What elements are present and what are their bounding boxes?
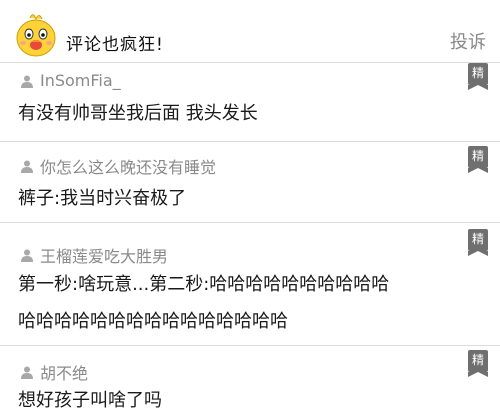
featured-badge-icon: 精 — [468, 63, 488, 90]
comment-username[interactable]: InSomFia_ — [40, 71, 121, 90]
comment-text: 裤子:我当时兴奋极了 — [18, 188, 187, 209]
comment-meta: 胡不绝 — [20, 360, 88, 384]
page-title: 评论也疯狂! — [66, 35, 164, 55]
comment-meta: InSomFia_ — [20, 71, 121, 90]
header: 评论也疯狂! 投诉 — [0, 0, 500, 62]
comment-text: 第一秒:啥玩意...第二秒:哈哈哈哈哈哈哈哈哈哈 — [18, 274, 390, 295]
comment-item: InSomFia_ 精 有没有帅哥坐我后面 我头发长 — [0, 63, 500, 141]
comment-meta: 你怎么这么晚还没有睡觉 — [20, 154, 216, 178]
comment-username[interactable]: 你怎么这么晚还没有睡觉 — [40, 154, 216, 178]
report-button[interactable]: 投诉 — [450, 28, 486, 54]
featured-badge-icon: 精 — [468, 146, 488, 173]
comment-text: 想好孩子叫啥了吗 — [18, 390, 162, 411]
user-icon — [21, 249, 33, 262]
user-icon — [21, 366, 33, 379]
user-icon — [21, 160, 33, 173]
comment-item: 胡不绝 精 想好孩子叫啥了吗 — [0, 346, 500, 416]
featured-badge-icon: 精 — [468, 229, 488, 256]
comment-text: 有没有帅哥坐我后面 我头发长 — [18, 103, 258, 124]
yellow-chick-icon — [16, 14, 56, 57]
comment-username[interactable]: 胡不绝 — [40, 360, 88, 384]
comment-meta: 王榴莲爱吃大胜男 — [20, 243, 168, 267]
comment-item: 王榴莲爱吃大胜男 精 第一秒:啥玩意...第二秒:哈哈哈哈哈哈哈哈哈哈 哈哈哈哈… — [0, 223, 500, 345]
comment-username[interactable]: 王榴莲爱吃大胜男 — [40, 243, 168, 267]
featured-badge-icon: 精 — [468, 350, 488, 377]
comment-item: 你怎么这么晚还没有睡觉 精 裤子:我当时兴奋极了 — [0, 142, 500, 222]
comment-text: 哈哈哈哈哈哈哈哈哈哈哈哈哈哈哈 — [18, 311, 288, 332]
user-icon — [21, 75, 33, 88]
